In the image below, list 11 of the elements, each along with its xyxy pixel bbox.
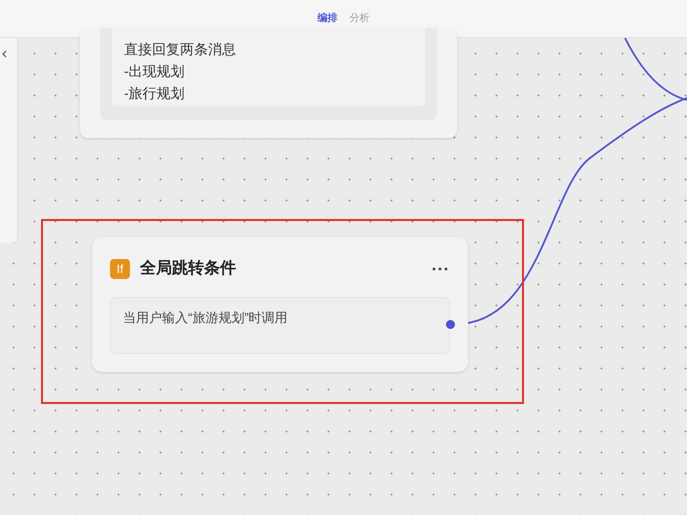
message-line: -旅行规划 xyxy=(124,84,186,103)
if-badge: If xyxy=(110,259,130,279)
node-title: 全局跳转条件 xyxy=(140,258,236,279)
condition-card[interactable]: If 全局跳转条件 当用户输入“旅游规划”时调用 xyxy=(92,237,468,372)
message-card[interactable]: 直接回复两条消息 -出现规划 -旅行规划 xyxy=(80,28,457,138)
message-line: 直接回复两条消息 xyxy=(124,40,237,59)
chevron-left-icon[interactable] xyxy=(1,50,7,58)
more-icon[interactable] xyxy=(432,267,448,271)
condition-text: 当用户输入“旅游规划”时调用 xyxy=(123,310,288,325)
tab[interactable]: 编排 xyxy=(318,11,338,26)
message-line: -出现规划 xyxy=(124,62,186,81)
